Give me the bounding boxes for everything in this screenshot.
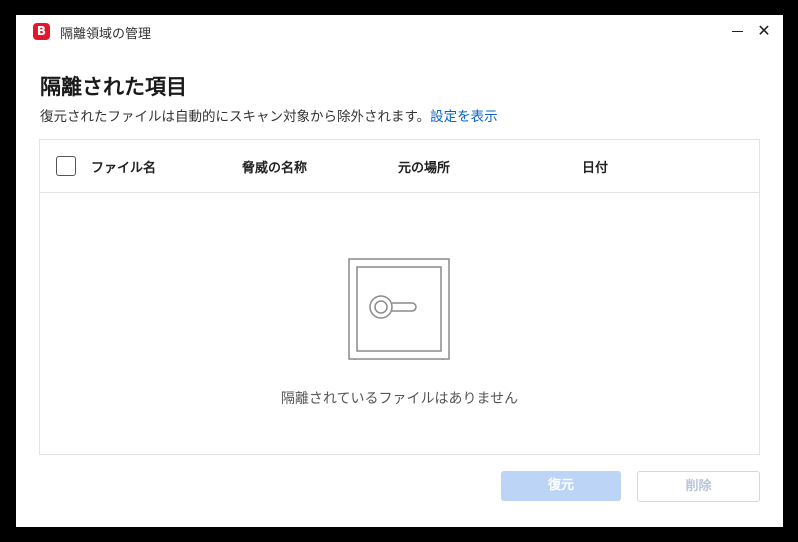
close-button[interactable]: ✕ [752,19,776,43]
page-description: 復元されたファイルは自動的にスキャン対象から除外されます。設定を表示 [40,105,498,125]
column-header-threat-name[interactable]: 脅威の名称 [242,157,307,176]
select-all-checkbox[interactable] [56,156,76,176]
view-settings-link[interactable]: 設定を表示 [430,109,498,125]
close-icon: ✕ [757,21,771,40]
quarantine-table: ファイル名 脅威の名称 元の場所 日付 隔離されているファイルはありません [39,139,760,455]
title-bar: B 隔離領域の管理 ✕ [16,15,783,47]
restore-button[interactable]: 復元 [501,471,621,501]
page-title: 隔離された項目 [40,75,187,99]
safe-icon [348,258,450,360]
column-header-date[interactable]: 日付 [582,157,608,176]
description-text: 復元されたファイルは自動的にスキャン対象から除外されます。 [40,109,431,125]
delete-button[interactable]: 削除 [637,471,760,502]
minimize-icon [731,31,743,32]
window-title: 隔離領域の管理 [60,27,152,42]
column-header-original-location[interactable]: 元の場所 [398,157,450,176]
table-header: ファイル名 脅威の名称 元の場所 日付 [40,140,759,193]
quarantine-window: B 隔離領域の管理 ✕ 隔離された項目 復元されたファイルは自動的にスキャン対象… [16,15,783,527]
empty-state-message: 隔離されているファイルはありません [280,391,519,407]
app-logo-icon: B [33,23,50,40]
minimize-button[interactable] [725,19,749,43]
column-header-file-name[interactable]: ファイル名 [91,157,156,176]
